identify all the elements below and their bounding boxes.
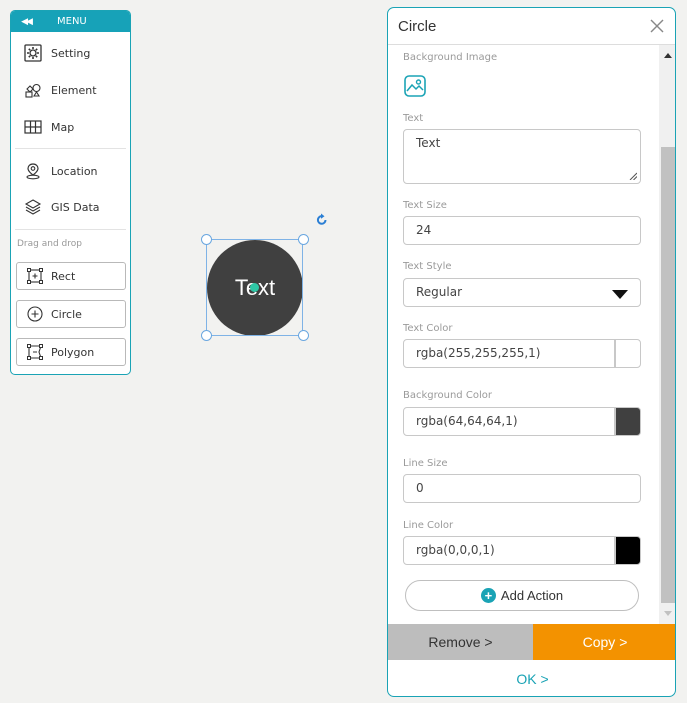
close-icon[interactable]	[649, 18, 665, 34]
menu-divider	[15, 148, 126, 149]
text-color-field[interactable]: rgba(255,255,255,1)	[403, 339, 615, 368]
shape-button-rect[interactable]: Rect	[16, 262, 126, 290]
text-color-value: rgba(255,255,255,1)	[416, 346, 541, 360]
resize-handle-bottom-right[interactable]	[298, 330, 309, 341]
line-size-label: Line Size	[403, 458, 448, 469]
panel-title: Circle	[398, 17, 437, 35]
dropdown-arrow-icon	[612, 290, 628, 299]
map-icon	[23, 117, 43, 137]
menu-item-label: GIS Data	[51, 200, 100, 214]
panel-footer-buttons: Remove > Copy >	[388, 624, 675, 660]
gear-icon	[23, 43, 43, 63]
ok-button[interactable]: OK >	[388, 660, 675, 696]
text-color-swatch[interactable]	[615, 339, 641, 368]
background-image-label: Background Image	[403, 52, 498, 63]
scroll-up-arrow-icon[interactable]	[664, 53, 672, 58]
circle-plus-icon	[25, 304, 45, 324]
menu-title: MENU	[57, 16, 87, 27]
menu-item-label: Map	[51, 120, 75, 134]
shape-button-polygon[interactable]: Polygon	[16, 338, 126, 366]
polygon-icon	[25, 342, 45, 362]
panel-header: Circle	[388, 8, 675, 45]
menu-divider	[15, 229, 126, 230]
drag-drop-label: Drag and drop	[17, 239, 82, 249]
location-pin-icon	[23, 161, 43, 181]
resize-handle-bottom-left[interactable]	[201, 330, 212, 341]
center-point[interactable]	[250, 283, 259, 292]
shape-button-label: Polygon	[51, 345, 95, 359]
menu-item-label: Element	[51, 83, 97, 97]
text-label: Text	[403, 113, 424, 124]
scroll-thumb[interactable]	[661, 147, 675, 603]
menu-item-setting[interactable]: Setting	[23, 43, 90, 63]
layers-icon	[23, 197, 43, 217]
resize-handle-top-left[interactable]	[201, 234, 212, 245]
shape-button-label: Circle	[51, 307, 82, 321]
text-size-label: Text Size	[403, 200, 447, 211]
rotate-icon[interactable]	[315, 213, 329, 227]
menu-item-location[interactable]: Location	[23, 161, 98, 181]
menu-item-element[interactable]: Element	[23, 80, 97, 100]
plus-circle-icon: +	[480, 588, 496, 603]
menu-item-label: Location	[51, 164, 98, 178]
menu-item-map[interactable]: Map	[23, 117, 74, 137]
shape-button-circle[interactable]: Circle	[16, 300, 126, 328]
menu-item-gis-data[interactable]: GIS Data	[23, 197, 100, 217]
shape-button-label: Rect	[51, 269, 76, 283]
line-color-label: Line Color	[403, 520, 454, 531]
text-style-label: Text Style	[403, 261, 452, 272]
line-color-value: rgba(0,0,0,1)	[416, 543, 495, 557]
text-size-value: 24	[416, 223, 432, 237]
text-field-value: Text	[416, 136, 441, 150]
panel-scroll-area[interactable]: Background Image Text Text Text Size 24 …	[388, 45, 675, 624]
add-action-label: Add Action	[500, 588, 564, 603]
rect-icon	[25, 266, 45, 286]
selected-circle-shape[interactable]: Text	[201, 234, 309, 341]
menu-header[interactable]: ◀◀ MENU	[11, 11, 130, 32]
side-menu: ◀◀ MENU Setting Element Map Location GIS…	[10, 10, 131, 375]
menu-item-label: Setting	[51, 46, 91, 60]
resize-grip-icon[interactable]	[629, 172, 637, 180]
image-upload-icon[interactable]	[403, 74, 427, 98]
text-style-value: Regular	[416, 285, 463, 299]
line-size-field[interactable]: 0	[403, 474, 641, 503]
text-size-field[interactable]: 24	[403, 216, 641, 245]
collapse-icon[interactable]: ◀◀	[11, 17, 41, 27]
background-color-swatch[interactable]	[615, 407, 641, 436]
background-color-field[interactable]: rgba(64,64,64,1)	[403, 407, 615, 436]
text-field[interactable]: Text	[403, 129, 641, 184]
text-color-label: Text Color	[403, 323, 453, 334]
text-style-select[interactable]: Regular	[403, 278, 641, 307]
background-color-value: rgba(64,64,64,1)	[416, 414, 518, 428]
remove-button[interactable]: Remove >	[388, 624, 533, 660]
line-color-swatch[interactable]	[615, 536, 641, 565]
resize-handle-top-right[interactable]	[298, 234, 309, 245]
element-icon	[23, 80, 43, 100]
background-color-label: Background Color	[403, 390, 492, 401]
scroll-down-arrow-icon[interactable]	[664, 611, 672, 616]
line-size-value: 0	[416, 481, 424, 495]
properties-panel: Circle Background Image Text Text Text S…	[387, 7, 676, 697]
add-action-button[interactable]: + Add Action	[405, 580, 639, 611]
panel-scrollbar[interactable]	[659, 45, 675, 624]
copy-button[interactable]: Copy >	[533, 624, 675, 660]
line-color-field[interactable]: rgba(0,0,0,1)	[403, 536, 615, 565]
